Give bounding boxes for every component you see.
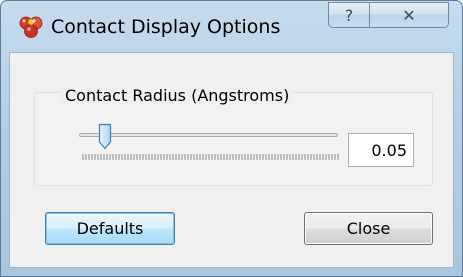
close-icon: ✕ [402, 5, 416, 25]
defaults-button-label: Defaults [76, 219, 144, 238]
slider-ticks [82, 154, 339, 160]
window-title: Contact Display Options [51, 16, 281, 38]
slider-track[interactable] [79, 133, 338, 137]
radius-value-field[interactable]: 0.05 [348, 133, 414, 167]
close-button-label: Close [346, 219, 391, 238]
molecule-app-icon [19, 16, 43, 38]
defaults-button[interactable]: Defaults [45, 212, 175, 245]
close-button[interactable]: Close [304, 212, 433, 245]
help-button[interactable]: ? [328, 2, 370, 28]
window-close-button[interactable]: ✕ [369, 2, 449, 28]
title-bar[interactable]: Contact Display Options ? ✕ [1, 1, 462, 41]
slider-thumb[interactable] [98, 123, 112, 150]
group-label: Contact Radius (Angstroms) [61, 86, 294, 105]
help-icon: ? [344, 5, 354, 25]
